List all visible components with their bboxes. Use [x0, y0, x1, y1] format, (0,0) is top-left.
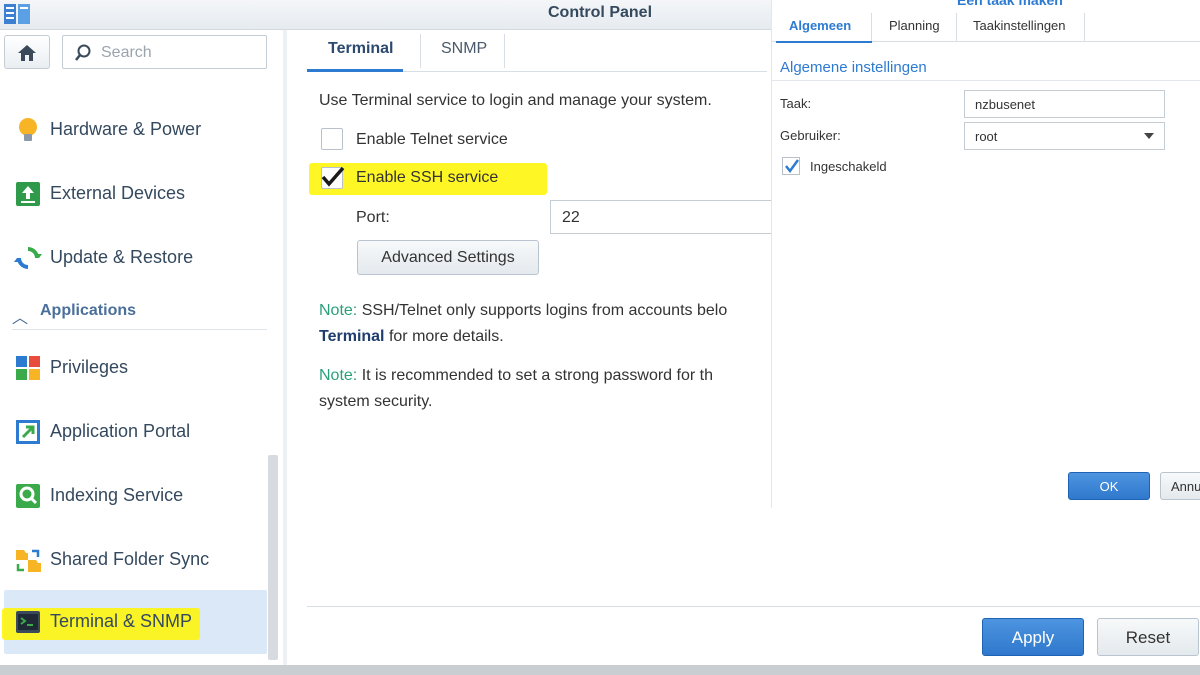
sidebar-item-label: Update & Restore: [50, 247, 194, 267]
port-value: 22: [562, 209, 580, 226]
section-title: Applications: [40, 302, 137, 319]
window-title: Control Panel: [548, 4, 653, 21]
external-devices-icon: [16, 182, 40, 206]
section-applications[interactable]: ︿ Applications: [12, 300, 267, 330]
task-name-input[interactable]: nzbusenet: [964, 90, 1165, 118]
lightbulb-icon: [19, 118, 37, 141]
cancel-label: Annuleren: [1171, 479, 1200, 494]
dialog-tab-bar: Algemeen Planning Taakinstellingen: [772, 10, 1200, 42]
chevron-down-icon: [1144, 133, 1154, 139]
tab-separator: [504, 34, 505, 68]
sidebar-item-label: Hardware & Power: [50, 119, 202, 139]
note-prefix: Note:: [319, 302, 358, 319]
user-label: Gebruiker:: [780, 128, 841, 143]
advanced-settings-button[interactable]: Advanced Settings: [357, 240, 539, 275]
sidebar-item-terminal-snmp[interactable]: Terminal & SNMP: [2, 590, 267, 654]
tab-separator: [956, 13, 957, 41]
note-text: system security.: [319, 393, 433, 410]
tab-planning[interactable]: Planning: [889, 18, 940, 33]
note-prefix: Note:: [319, 367, 358, 384]
task-name-value: nzbusenet: [975, 97, 1035, 112]
sidebar-item-label: Application Portal: [50, 421, 191, 441]
search-icon: [75, 44, 91, 61]
tab-separator: [1084, 13, 1085, 41]
note-text: SSH/Telnet only supports logins from acc…: [357, 302, 728, 319]
terminal-description: Use Terminal service to login and manage…: [319, 92, 712, 109]
enabled-label: Ingeschakeld: [810, 159, 887, 174]
control-panel-icon: [4, 4, 30, 24]
task-label: Taak:: [780, 96, 812, 111]
section-divider: [772, 80, 1200, 81]
enabled-checkbox[interactable]: [782, 157, 800, 175]
tab-algemeen[interactable]: Algemeen: [789, 18, 851, 33]
tab-terminal[interactable]: Terminal: [328, 40, 394, 58]
create-task-dialog: Een taak maken Algemeen Planning Taakins…: [772, 0, 1200, 508]
reset-label: Reset: [1125, 628, 1171, 647]
sidebar-item-update-restore[interactable]: Update & Restore: [4, 226, 267, 290]
port-label: Port:: [356, 209, 390, 226]
privileges-icon: [16, 356, 40, 380]
active-tab-indicator: [776, 41, 872, 43]
search-placeholder: Search: [101, 44, 152, 61]
sidebar: Task Scheduler Search Hardware & Power E…: [0, 30, 283, 665]
terminal-icon: [16, 611, 40, 633]
sidebar-item-label: Privileges: [50, 357, 129, 377]
ssh-label: Enable SSH service: [356, 169, 499, 186]
ok-label: OK: [1099, 479, 1119, 494]
cancel-button[interactable]: Annuleren: [1160, 472, 1200, 500]
section-title: Algemene instellingen: [780, 59, 927, 76]
application-portal-icon: [16, 420, 40, 444]
telnet-checkbox[interactable]: [321, 128, 343, 150]
tab-bar: Terminal SNMP: [307, 30, 767, 72]
sidebar-item-shared-folder-sync[interactable]: Shared Folder Sync: [4, 528, 267, 592]
note-password: Note: It is recommended to set a strong …: [319, 363, 764, 415]
sidebar-item-hardware-power[interactable]: Hardware & Power: [4, 98, 267, 162]
indexing-service-icon: [16, 484, 40, 508]
apply-button[interactable]: Apply: [982, 618, 1084, 656]
footer-divider: [307, 606, 1200, 607]
tab-snmp[interactable]: SNMP: [441, 40, 487, 58]
tab-separator: [871, 13, 872, 41]
sidebar-item-label: External Devices: [50, 183, 186, 203]
sidebar-item-application-portal[interactable]: Application Portal: [4, 400, 267, 464]
sidebar-item-external-devices[interactable]: External Devices: [4, 162, 267, 226]
note-ssh-telnet: Note: SSH/Telnet only supports logins fr…: [319, 298, 764, 350]
home-icon: [18, 45, 36, 61]
tab-separator: [420, 34, 421, 68]
advanced-settings-label: Advanced Settings: [381, 249, 515, 266]
tab-taakinstellingen[interactable]: Taakinstellingen: [973, 18, 1066, 33]
user-select[interactable]: root: [964, 122, 1165, 150]
active-tab-indicator: [307, 69, 403, 72]
chevron-up-icon: ︿: [12, 310, 29, 327]
shared-folder-sync-icon: [16, 549, 41, 572]
checkmark-icon: [785, 159, 800, 174]
telnet-label: Enable Telnet service: [356, 131, 508, 148]
sidebar-item-label: Shared Folder Sync: [50, 549, 210, 569]
search-input[interactable]: Search: [62, 35, 267, 69]
home-button[interactable]: [4, 35, 50, 69]
checkmark-icon: [321, 166, 345, 187]
note-text: for more details.: [384, 328, 504, 345]
reset-button[interactable]: Reset: [1097, 618, 1199, 656]
update-restore-icon: [14, 247, 42, 269]
terminal-link[interactable]: Terminal: [319, 328, 385, 345]
note-text: It is recommended to set a strong passwo…: [357, 367, 713, 384]
sidebar-scrollbar[interactable]: [268, 455, 278, 660]
sidebar-item-label: Terminal & SNMP: [50, 611, 193, 631]
sidebar-item-privileges[interactable]: Privileges: [4, 336, 267, 400]
user-value: root: [975, 129, 998, 144]
apply-label: Apply: [1011, 628, 1055, 647]
taskbar-strip: [0, 665, 1200, 675]
port-input[interactable]: 22: [550, 200, 810, 234]
sidebar-item-label: Indexing Service: [50, 485, 184, 505]
ssh-checkbox[interactable]: [321, 166, 345, 189]
dialog-title: Een taak maken: [957, 0, 1063, 8]
ok-button[interactable]: OK: [1068, 472, 1150, 500]
sidebar-item-indexing-service[interactable]: Indexing Service: [4, 464, 267, 528]
